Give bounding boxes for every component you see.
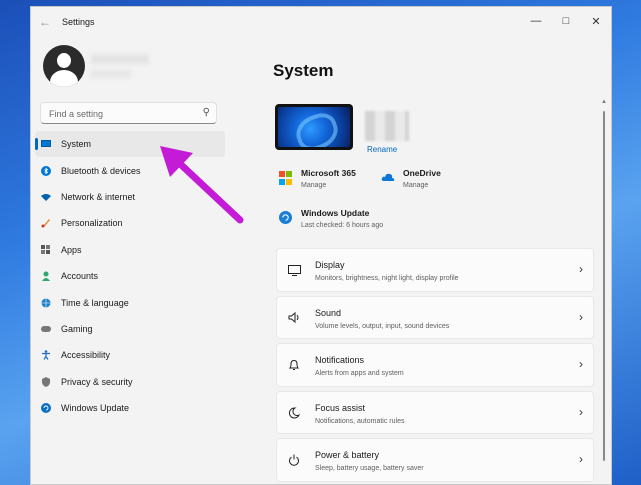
annotation-arrow (160, 146, 244, 224)
